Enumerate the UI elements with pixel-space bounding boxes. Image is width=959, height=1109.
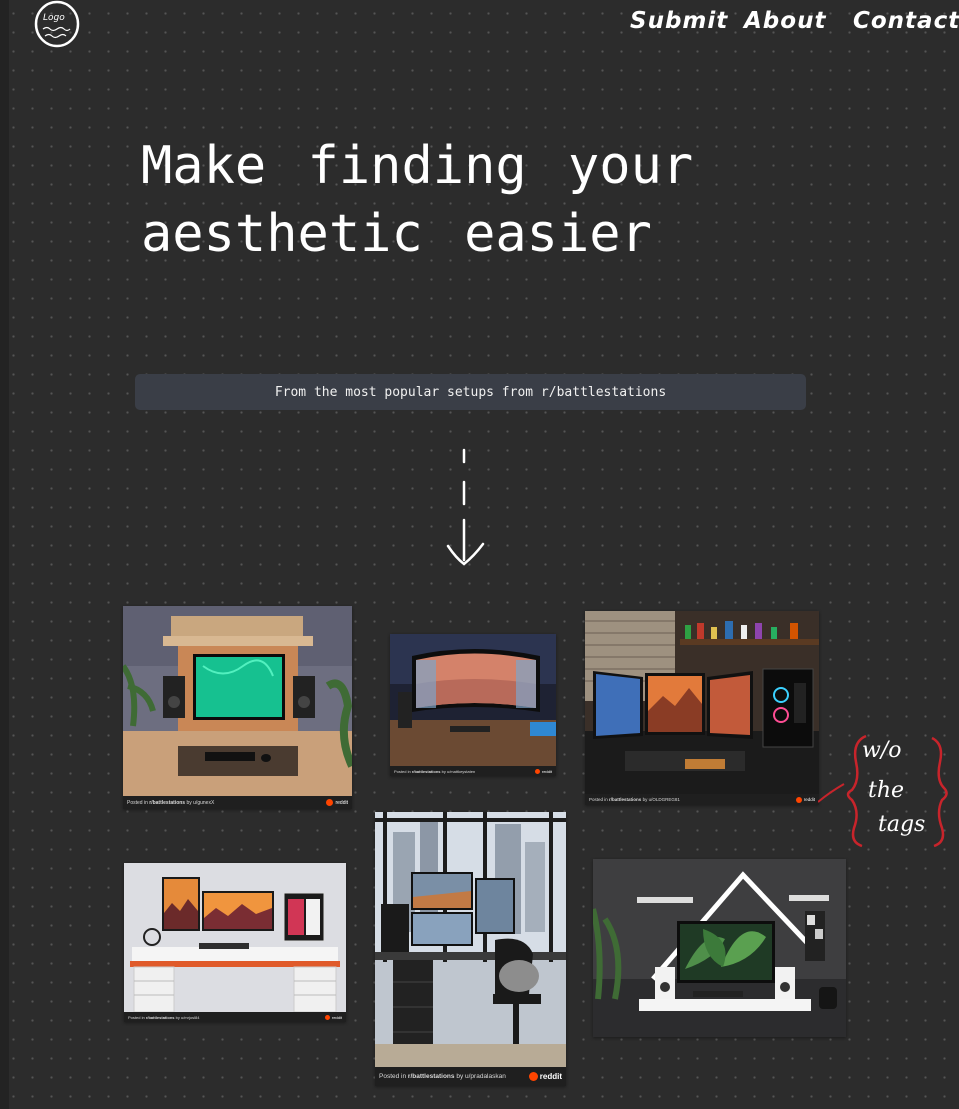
setup-card[interactable]: Posted in r/battlestations by u/OLDGREG8… — [585, 611, 819, 805]
caption-subreddit: r/battlestations — [609, 797, 642, 802]
card-caption: Posted in r/battlestations by u/OLDGREG8… — [585, 794, 819, 805]
setup-image — [123, 606, 352, 796]
reddit-badge: reddit — [324, 1014, 342, 1020]
annotation-line-2: the — [868, 778, 905, 803]
caption-prefix: Posted in — [379, 1073, 407, 1080]
caption-by: by — [441, 768, 446, 774]
caption-user: u/gunexX — [193, 799, 215, 806]
card-caption: Posted in r/battlestations by u/mattkeys… — [390, 766, 556, 776]
annotation-line-1: w/o — [862, 738, 902, 763]
nav-submit[interactable]: Submit — [630, 8, 728, 34]
reddit-icon — [326, 799, 334, 806]
hero-headline: Make finding your aesthetic easier — [141, 136, 694, 264]
reddit-label: reddit — [541, 768, 552, 774]
caption-subreddit: r/battlestations — [149, 799, 186, 806]
reddit-icon — [528, 1072, 538, 1081]
nav-about[interactable]: About — [744, 8, 826, 34]
card-caption: Posted in r/battlestations by u/pradalas… — [375, 1067, 566, 1086]
caption-subreddit: r/battlestations — [407, 1073, 455, 1080]
caption-prefix: Posted in — [128, 1014, 145, 1020]
window-left-edge — [0, 0, 9, 1109]
caption-by: by — [642, 797, 648, 802]
caption-by: by — [186, 799, 192, 806]
reddit-badge: reddit — [534, 768, 552, 774]
caption-by: by — [456, 1073, 464, 1080]
caption-user: u/mrjosl84 — [180, 1014, 200, 1020]
caption-prefix: Posted in — [394, 768, 411, 774]
reddit-label: reddit — [331, 1014, 342, 1020]
reddit-badge: reddit — [795, 796, 815, 803]
caption-user: u/pradalaskan — [465, 1073, 506, 1080]
caption-prefix: Posted in — [589, 797, 608, 802]
hero-subtitle: From the most popular setups from r/batt… — [274, 384, 667, 400]
caption-subreddit: r/battlestations — [145, 1014, 175, 1020]
hero-subtitle-bar: From the most popular setups from r/batt… — [135, 374, 806, 410]
logo-text: Logo — [43, 13, 65, 23]
nav-contact[interactable]: Contact — [853, 8, 959, 34]
caption-user: u/OLDGREG81 — [648, 797, 680, 802]
arrow-down-icon — [446, 448, 485, 566]
setup-card[interactable] — [593, 859, 846, 1037]
reddit-label: reddit — [803, 797, 815, 802]
card-caption: Posted in r/battlestations by u/mrjosl84… — [124, 1012, 346, 1022]
annotation-line-3: tags — [878, 812, 926, 837]
caption-prefix: Posted in — [127, 799, 148, 806]
setup-image — [593, 859, 846, 1037]
setup-card[interactable]: Posted in r/battlestations by u/gunexX r… — [123, 606, 352, 809]
setup-image — [124, 863, 346, 1012]
reddit-icon — [534, 768, 540, 774]
reddit-badge: reddit — [326, 799, 348, 806]
reddit-icon — [795, 796, 802, 803]
setup-card[interactable]: Posted in r/battlestations by u/mrjosl84… — [124, 863, 346, 1022]
logo[interactable]: Logo — [34, 0, 80, 48]
setup-image — [585, 611, 819, 794]
setup-card[interactable]: Posted in r/battlestations by u/mattkeys… — [390, 634, 556, 776]
reddit-icon — [324, 1014, 330, 1020]
caption-user: u/mattkeystaten — [446, 768, 476, 774]
card-caption: Posted in r/battlestations by u/gunexX r… — [123, 796, 352, 809]
reddit-label: reddit — [335, 799, 348, 806]
caption-by: by — [175, 1014, 180, 1020]
caption-subreddit: r/battlestations — [411, 768, 441, 774]
setup-image — [375, 812, 566, 1067]
setup-image — [390, 634, 556, 766]
setup-card[interactable]: Posted in r/battlestations by u/pradalas… — [375, 812, 566, 1086]
reddit-label: reddit — [539, 1072, 562, 1081]
reddit-badge: reddit — [528, 1072, 562, 1081]
